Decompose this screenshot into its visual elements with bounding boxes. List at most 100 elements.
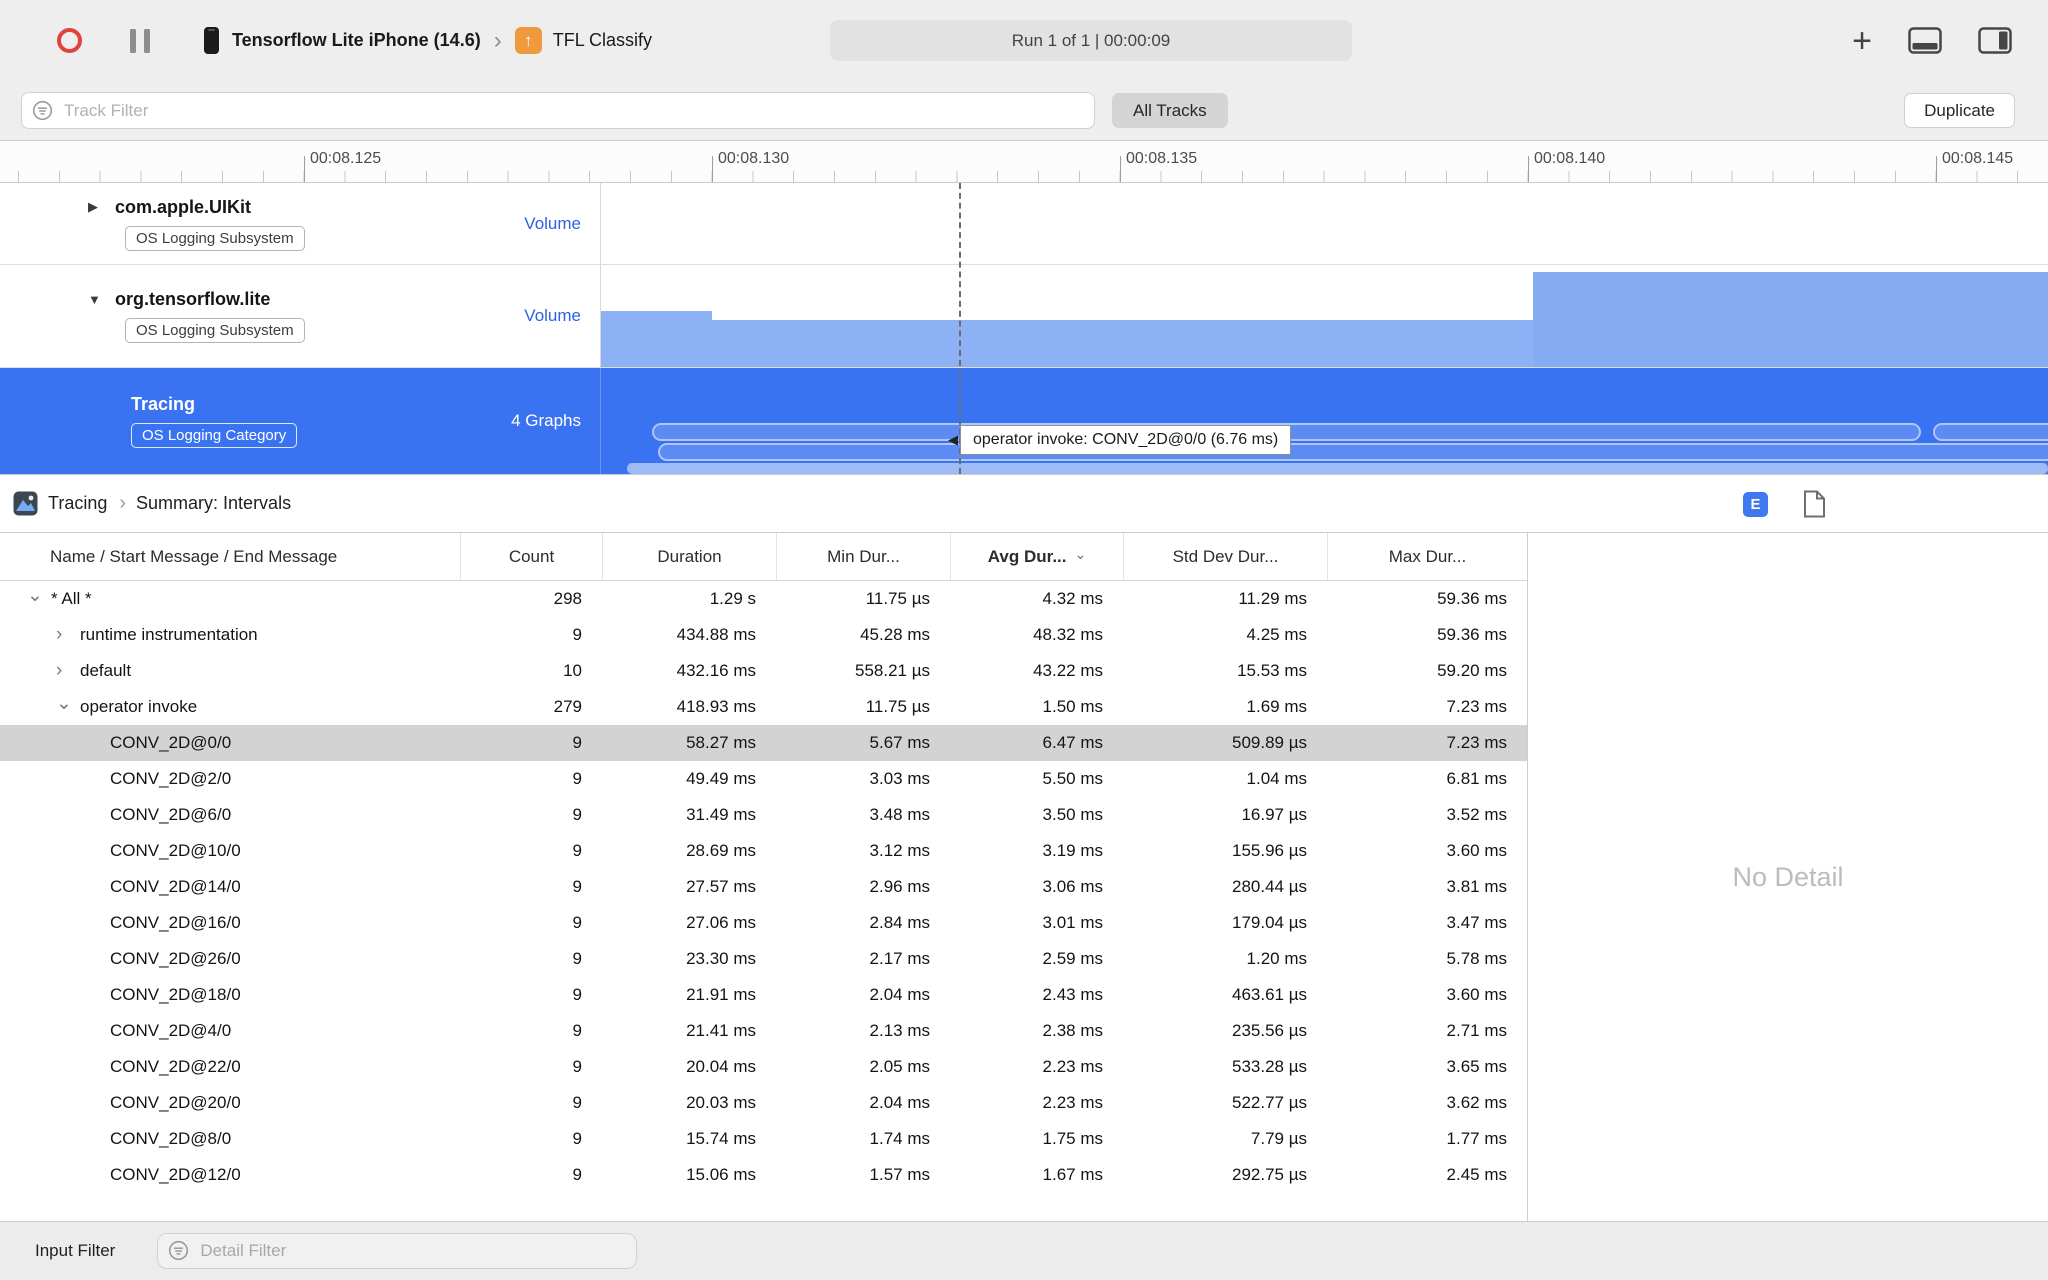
- disclosure-expanded-icon[interactable]: ▼: [88, 292, 115, 307]
- target-selector[interactable]: ↑ TFL Classify: [514, 27, 653, 54]
- duplicate-button[interactable]: Duplicate: [1904, 93, 2015, 128]
- detail-filter-field: [157, 1233, 638, 1269]
- row-min-cell: 2.04 ms: [869, 1093, 930, 1112]
- table-row[interactable]: CONV_2D@26/0 9 23.30 ms 2.17 ms 2.59 ms 1.20 …: [0, 941, 1527, 977]
- column-header[interactable]: Name / Start Message / End Message: [0, 533, 460, 580]
- table-row[interactable]: › runtime instrumentation 9 434.88 ms 45.28 …: [0, 617, 1527, 653]
- row-name-cell: CONV_2D@4/0: [110, 1021, 232, 1040]
- row-max-cell: 2.71 ms: [1446, 1021, 1507, 1040]
- record-button[interactable]: [57, 28, 82, 53]
- expand-icon[interactable]: ›: [56, 624, 80, 646]
- column-header[interactable]: Count: [460, 533, 602, 580]
- track-graph-volume[interactable]: [601, 265, 2048, 367]
- track-meta: Volume: [524, 213, 581, 233]
- add-instrument-button[interactable]: +: [1852, 24, 1872, 58]
- row-count-cell: 9: [572, 769, 582, 788]
- track-row-tracing-selected[interactable]: Tracing OS Logging Category 4 Graphs: [0, 368, 2048, 474]
- tracing-instrument-icon[interactable]: [13, 491, 38, 516]
- table-row[interactable]: CONV_2D@22/0 9 20.04 ms 2.05 ms 2.23 ms 533.2…: [0, 1049, 1527, 1085]
- row-std-cell: 155.96 µs: [1231, 841, 1307, 860]
- row-avg-cell: 2.59 ms: [1042, 949, 1103, 968]
- toggle-right-panel-button[interactable]: [1978, 27, 2012, 54]
- collapse-icon[interactable]: ⌄: [27, 588, 51, 607]
- row-max-cell: 3.65 ms: [1446, 1057, 1507, 1076]
- track-header: ▶ com.apple.UIKit OS Logging Subsystem V…: [0, 183, 601, 264]
- table-row[interactable]: CONV_2D@6/0 9 31.49 ms 3.48 ms 3.50 ms 16.97 …: [0, 797, 1527, 833]
- row-std-cell: 1.69 ms: [1246, 697, 1307, 716]
- row-count-cell: 9: [572, 841, 582, 860]
- table-row[interactable]: CONV_2D@18/0 9 21.91 ms 2.04 ms 2.43 ms 463.6…: [0, 977, 1527, 1013]
- column-header[interactable]: Max Dur...: [1327, 533, 1527, 580]
- row-std-cell: 11.29 ms: [1238, 589, 1307, 608]
- track-badge: OS Logging Category: [131, 423, 298, 448]
- row-min-cell: 11.75 µs: [865, 589, 930, 608]
- table-row[interactable]: › default 10 432.16 ms 558.21 µs 43.22 ms 15.5…: [0, 653, 1527, 689]
- column-header[interactable]: Std Dev Dur...: [1123, 533, 1327, 580]
- row-avg-cell: 3.19 ms: [1042, 841, 1103, 860]
- row-duration-cell: 20.04 ms: [686, 1057, 756, 1076]
- row-name-cell: › runtime instrumentation: [56, 624, 258, 646]
- track-filter-input[interactable]: [21, 92, 1095, 129]
- track-graph-tracing[interactable]: [601, 368, 2048, 474]
- row-duration-cell: 21.41 ms: [686, 1021, 756, 1040]
- column-header[interactable]: Duration: [602, 533, 776, 580]
- row-min-cell: 5.67 ms: [869, 733, 930, 752]
- row-count-cell: 9: [572, 877, 582, 896]
- row-max-cell: 3.60 ms: [1446, 985, 1507, 1004]
- toggle-bottom-panel-button[interactable]: [1908, 27, 1942, 54]
- device-selector[interactable]: Tensorflow Lite iPhone (14.6): [204, 27, 481, 54]
- breadcrumb-tracing[interactable]: Tracing: [48, 493, 107, 514]
- table-row[interactable]: CONV_2D@10/0 9 28.69 ms 3.12 ms 3.19 ms 155.9…: [0, 833, 1527, 869]
- row-min-cell: 2.05 ms: [869, 1057, 930, 1076]
- disclosure-collapsed-icon[interactable]: ▶: [88, 199, 115, 215]
- ruler-tick: [1528, 156, 1529, 182]
- row-count-cell: 9: [572, 1021, 582, 1040]
- document-icon[interactable]: [1803, 490, 1826, 518]
- row-std-cell: 1.20 ms: [1246, 949, 1307, 968]
- track-name: Tracing: [131, 394, 196, 414]
- detail-filter-input[interactable]: [157, 1233, 638, 1269]
- column-header[interactable]: Avg Dur... ⌄: [950, 533, 1123, 580]
- track-row-tensorflow[interactable]: ▼ org.tensorflow.lite OS Logging Subsyst…: [0, 265, 2048, 368]
- table-row[interactable]: CONV_2D@20/0 9 20.03 ms 2.04 ms 2.23 ms 522.7…: [0, 1085, 1527, 1121]
- table-row[interactable]: CONV_2D@4/0 9 21.41 ms 2.13 ms 2.38 ms 235.56…: [0, 1013, 1527, 1049]
- row-max-cell: 3.62 ms: [1446, 1093, 1507, 1112]
- interval-bars: [627, 423, 2048, 474]
- collapse-icon[interactable]: ⌄: [56, 696, 80, 715]
- detail-pane-header: Tracing › Summary: Intervals E: [0, 474, 2048, 533]
- table-row[interactable]: CONV_2D@16/0 9 27.06 ms 2.84 ms 3.01 ms 179.0…: [0, 905, 1527, 941]
- track-row-uikit[interactable]: ▶ com.apple.UIKit OS Logging Subsystem V…: [0, 183, 2048, 265]
- table-row[interactable]: CONV_2D@12/0 9 15.06 ms 1.57 ms 1.67 ms 292.7…: [0, 1157, 1527, 1193]
- track-name: org.tensorflow.lite: [115, 289, 271, 309]
- row-avg-cell: 2.23 ms: [1042, 1093, 1103, 1112]
- track-badge: OS Logging Subsystem: [125, 225, 305, 251]
- pause-button[interactable]: [130, 28, 150, 53]
- table-row[interactable]: ⌄ * All * 298 1.29 s 11.75 µs 4.32 ms 11.29 ms…: [0, 581, 1527, 617]
- all-tracks-button[interactable]: All Tracks: [1112, 93, 1228, 128]
- row-avg-cell: 2.23 ms: [1042, 1057, 1103, 1076]
- editor-badge-button[interactable]: E: [1743, 492, 1768, 517]
- table-row[interactable]: CONV_2D@0/0 9 58.27 ms 5.67 ms 6.47 ms 509.89…: [0, 725, 1527, 761]
- ruler-tick: [304, 156, 305, 182]
- row-max-cell: 59.36 ms: [1437, 625, 1507, 644]
- volume-area-chart: [601, 272, 2048, 367]
- track-graph-uikit[interactable]: [601, 183, 2048, 264]
- row-max-cell: 6.81 ms: [1446, 769, 1507, 788]
- row-std-cell: 280.44 µs: [1231, 877, 1307, 896]
- target-name: TFL Classify: [552, 30, 653, 50]
- row-name-cell: CONV_2D@18/0: [110, 985, 241, 1004]
- table-row[interactable]: CONV_2D@8/0 9 15.74 ms 1.74 ms 1.75 ms 7.79 µ…: [0, 1121, 1527, 1157]
- row-count-cell: 9: [572, 805, 582, 824]
- ruler-tick-label: 00:08.135: [1126, 150, 1198, 167]
- row-duration-cell: 58.27 ms: [686, 733, 756, 752]
- row-count-cell: 9: [572, 949, 582, 968]
- table-row[interactable]: CONV_2D@14/0 9 27.57 ms 2.96 ms 3.06 ms 280.4…: [0, 869, 1527, 905]
- iphone-icon: [204, 27, 219, 54]
- column-header[interactable]: Min Dur...: [776, 533, 950, 580]
- table-row[interactable]: ⌄ operator invoke 279 418.93 ms 11.75 µs 1.50…: [0, 689, 1527, 725]
- breadcrumb-summary[interactable]: Summary: Intervals: [136, 493, 291, 514]
- expand-icon[interactable]: ›: [56, 660, 80, 682]
- table-row[interactable]: CONV_2D@2/0 9 49.49 ms 3.03 ms 5.50 ms 1.04 m…: [0, 761, 1527, 797]
- track-header: ▼ org.tensorflow.lite OS Logging Subsyst…: [0, 265, 601, 367]
- ruler-tick-label: 00:08.145: [1942, 150, 2014, 167]
